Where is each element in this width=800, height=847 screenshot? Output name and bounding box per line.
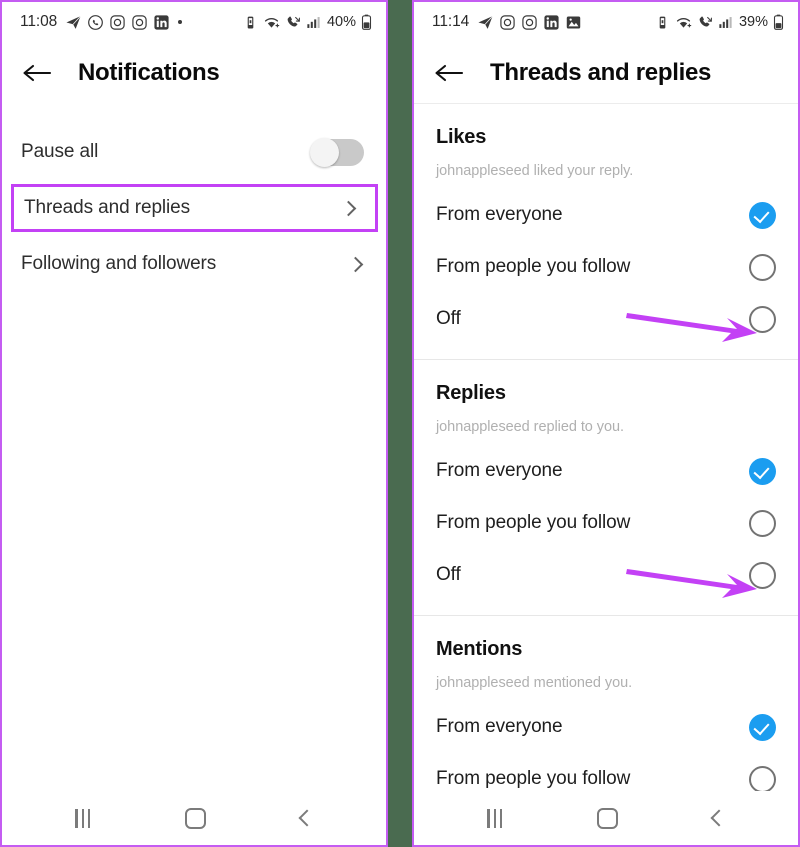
option-replies-from-everyone[interactable]: From everyone <box>414 445 798 497</box>
signal-icon <box>307 16 320 28</box>
right-phone-screenshot: 11:14 39% Threads and replies Likes john… <box>412 0 800 847</box>
back-arrow-icon[interactable] <box>434 61 464 85</box>
section-subtitle: johnappleseed mentioned you. <box>436 675 633 691</box>
panel-divider <box>388 0 412 847</box>
telegram-icon <box>478 15 494 29</box>
radio-unselected-icon[interactable] <box>749 765 776 791</box>
radio-selected-icon[interactable] <box>749 201 776 229</box>
section-title: Likes <box>436 126 487 148</box>
gallery-icon <box>566 15 581 29</box>
row-label: Following and followers <box>21 253 217 274</box>
recents-icon[interactable] <box>75 808 91 828</box>
status-bar-left-cluster: 11:14 <box>432 13 582 31</box>
option-label: From everyone <box>436 460 563 481</box>
instagram-icon <box>522 14 537 30</box>
dot-icon <box>178 20 183 24</box>
vibrate-icon <box>659 16 666 28</box>
instagram-icon <box>110 14 125 30</box>
home-icon[interactable] <box>185 807 207 829</box>
battery-percentage: 39% <box>738 14 768 30</box>
left-phone-screenshot: 11:08 40% Notifications Pause all Thread… <box>0 0 388 847</box>
option-likes-off[interactable]: Off <box>414 293 798 345</box>
chevron-right-icon <box>340 200 357 216</box>
status-time: 11:08 <box>20 13 58 30</box>
signal-icon <box>719 16 732 28</box>
option-mentions-from-people-you-follow[interactable]: From people you follow <box>414 753 798 791</box>
section-replies: Replies johnappleseed replied to you. Fr… <box>414 359 798 615</box>
option-likes-from-everyone[interactable]: From everyone <box>414 189 798 241</box>
section-subtitle: johnappleseed liked your reply. <box>436 163 634 179</box>
radio-selected-icon[interactable] <box>749 713 776 741</box>
option-label: Off <box>436 308 461 329</box>
option-label: From everyone <box>436 204 563 225</box>
status-bar-left-cluster: 11:08 <box>20 13 183 31</box>
missed-call-icon <box>699 16 712 27</box>
status-time: 11:14 <box>432 13 470 30</box>
threads-and-replies-settings: Likes johnappleseed liked your reply. Fr… <box>414 104 798 791</box>
option-replies-off[interactable]: Off <box>414 549 798 601</box>
section-title: Mentions <box>436 638 523 660</box>
right-system-navbar <box>414 791 798 845</box>
section-mentions: Mentions johnappleseed mentioned you. Fr… <box>414 615 798 791</box>
notifications-settings-list: Pause all Threads and replies Following … <box>2 104 386 791</box>
instagram-icon <box>500 14 515 30</box>
whatsapp-icon <box>88 14 104 30</box>
recents-icon[interactable] <box>487 808 503 828</box>
linkedin-icon <box>544 14 559 30</box>
radio-unselected-icon[interactable] <box>749 253 776 281</box>
section-likes: Likes johnappleseed liked your reply. Fr… <box>414 104 798 359</box>
radio-unselected-icon[interactable] <box>749 305 776 333</box>
back-arrow-icon[interactable] <box>22 61 52 85</box>
status-bar-right-cluster: 40% <box>243 14 372 30</box>
option-label: From people you follow <box>436 512 631 533</box>
setting-row-threads-and-replies[interactable]: Threads and replies <box>11 184 378 232</box>
home-icon[interactable] <box>597 807 619 829</box>
section-title: Replies <box>436 382 506 404</box>
battery-icon <box>361 14 372 30</box>
right-status-bar: 11:14 39% <box>414 2 798 42</box>
radio-unselected-icon[interactable] <box>749 561 776 589</box>
page-title: Threads and replies <box>490 58 712 86</box>
wifi-icon <box>676 17 692 28</box>
screenshot-canvas: 11:08 40% Notifications Pause all Thread… <box>0 0 800 847</box>
option-label: Off <box>436 564 461 585</box>
row-label: Threads and replies <box>24 197 191 218</box>
back-icon[interactable] <box>710 809 728 827</box>
left-system-navbar <box>2 791 386 845</box>
linkedin-icon <box>154 14 169 30</box>
section-subtitle: johnappleseed replied to you. <box>436 419 624 435</box>
setting-row-pause-all[interactable]: Pause all <box>2 126 386 178</box>
option-likes-from-people-you-follow[interactable]: From people you follow <box>414 241 798 293</box>
instagram-icon <box>132 14 147 30</box>
option-label: From people you follow <box>436 768 631 789</box>
battery-icon <box>773 14 784 30</box>
missed-call-icon <box>287 16 300 27</box>
left-status-bar: 11:08 40% <box>2 2 386 42</box>
setting-row-following-and-followers[interactable]: Following and followers <box>2 238 386 290</box>
wifi-icon <box>264 17 280 28</box>
vibrate-icon <box>247 16 254 28</box>
right-app-bar: Threads and replies <box>414 42 798 104</box>
row-label: Pause all <box>21 141 99 162</box>
back-icon[interactable] <box>298 809 316 827</box>
option-replies-from-people-you-follow[interactable]: From people you follow <box>414 497 798 549</box>
radio-unselected-icon[interactable] <box>749 509 776 537</box>
battery-percentage: 40% <box>326 14 356 30</box>
toggle-knob <box>310 137 339 167</box>
page-title: Notifications <box>78 59 220 86</box>
status-bar-right-cluster: 39% <box>655 14 784 30</box>
option-label: From everyone <box>436 716 563 737</box>
option-label: From people you follow <box>436 256 631 277</box>
left-app-bar: Notifications <box>2 42 386 104</box>
option-mentions-from-everyone[interactable]: From everyone <box>414 701 798 753</box>
telegram-icon <box>66 15 82 29</box>
radio-selected-icon[interactable] <box>749 457 776 485</box>
chevron-right-icon <box>347 256 364 272</box>
pause-all-toggle[interactable] <box>310 137 364 167</box>
